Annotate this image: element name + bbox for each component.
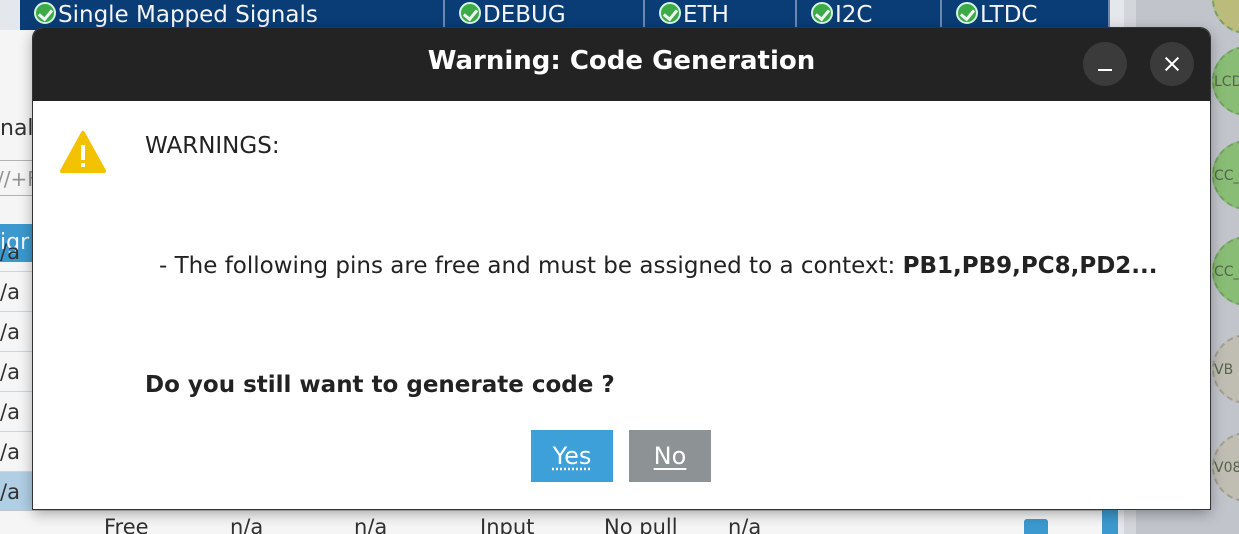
dialog-title: Warning: Code Generation [33,46,1210,76]
warning-message: - The following pins are free and must b… [159,253,1158,279]
dialog-titlebar[interactable]: Warning: Code Generation [33,28,1210,101]
warnings-heading: WARNINGS: [145,133,280,159]
confirm-question: Do you still want to generate code ? [145,372,615,398]
no-button[interactable]: No [629,430,711,482]
close-button[interactable] [1150,42,1194,86]
free-pins-list: PB1,PB9,PC8,PD2... [903,253,1158,279]
warning-message-text: - The following pins are free and must b… [159,253,903,279]
yes-button[interactable]: Yes [531,430,613,482]
minimize-button[interactable] [1083,42,1127,86]
warning-icon [59,130,107,174]
warning-dialog: Warning: Code Generation WARNINGS: - The… [33,28,1210,509]
